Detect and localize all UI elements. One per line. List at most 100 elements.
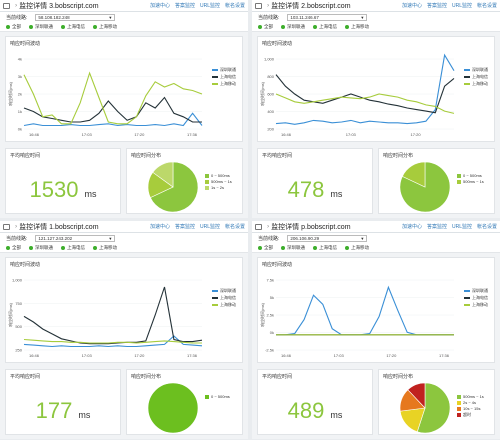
legend-entry: 上海电信 — [464, 74, 488, 80]
radio-dot-icon — [258, 245, 262, 250]
x-tick-label: 17:36 — [439, 353, 450, 358]
header-link[interactable]: URL监控 — [200, 2, 220, 9]
y-tick-label: 1,000 — [12, 278, 23, 283]
pie-legend-entry: 0 ~ 500ms — [205, 394, 230, 399]
header-link[interactable]: 答案监控 — [427, 2, 447, 9]
response-chart: 4k 3k 2k 1k 0k 响应时间(ms) 16:46 17:03 17:20 17:36 — [7, 57, 203, 137]
isp-filter-item[interactable]: 全部 — [258, 24, 273, 30]
y-tick-label: 250 — [15, 348, 22, 353]
legend-label: 上海移动 — [472, 302, 488, 307]
pie-legend-entry: 2s ~ 4s — [457, 400, 484, 405]
monitor-panel: › 监控详情 1.bobscript.com 加速中心 答案监控 URL监控 帐名设置 当前… — [0, 221, 248, 439]
y-tick-label: 1,000 — [264, 57, 275, 62]
avg-value: 177 — [35, 398, 73, 423]
y-tick-label: 0k — [18, 127, 22, 132]
response-chart: 7.5k 5k 2.5k 0k -2.5k 响应时间(ms) 16:46 17:03 17:20… — [259, 278, 454, 358]
route-label: 当前线路: — [6, 15, 28, 21]
panel-header: › 监控详情 p.bobscript.com 加速中心 答案监控 URL监控 帐名设置 — [252, 221, 500, 233]
route-row: 当前线路: 206.106.90.29 ▼ — [252, 233, 500, 244]
avg-response-box: 平均响应时间 1530 ms — [5, 148, 121, 214]
isp-filter-item[interactable]: 深圳联通 — [281, 24, 305, 30]
chevron-down-icon: ▼ — [108, 236, 113, 241]
header-link[interactable]: 帐名设置 — [225, 223, 245, 230]
legend-swatch — [212, 297, 218, 299]
y-axis-label: 响应时间(ms) — [259, 302, 265, 327]
legend-swatch — [464, 76, 470, 78]
header-link[interactable]: 帐名设置 — [225, 2, 245, 9]
avg-response-box: 平均响应时间 489 ms — [257, 369, 373, 435]
route-label: 当前线路: — [258, 15, 280, 21]
y-tick-label: 3k — [18, 74, 22, 79]
chart-legend: 深圳联通 上海电信 上海移动 — [464, 67, 488, 88]
header-link[interactable]: 帐名设置 — [477, 2, 497, 9]
chart-legend: 深圳联通 上海电信 上海移动 — [212, 67, 236, 88]
isp-filter-item[interactable]: 上海电信 — [61, 245, 85, 251]
panel-title: 监控详情 2.bobscript.com — [271, 2, 351, 10]
legend-entry: 深圳联通 — [212, 67, 236, 73]
header-link[interactable]: 加速中心 — [402, 223, 422, 230]
header-link[interactable]: URL监控 — [452, 2, 472, 9]
header-link[interactable]: 答案监控 — [175, 223, 195, 230]
isp-filter-item[interactable]: 深圳联通 — [281, 245, 305, 251]
isp-filter-label: 上海电信 — [319, 245, 337, 250]
y-axis-label: 响应时间(ms) — [7, 302, 13, 327]
legend-label: 上海电信 — [472, 74, 488, 79]
isp-filter-item[interactable]: 全部 — [258, 245, 273, 251]
pie-legend-swatch — [457, 394, 461, 399]
isp-filter-item[interactable]: 全部 — [6, 245, 21, 251]
isp-filter-item[interactable]: 上海电信 — [313, 245, 337, 251]
header-link[interactable]: 答案监控 — [175, 2, 195, 9]
isp-filter-item[interactable]: 上海移动 — [345, 24, 369, 30]
radio-dot-icon — [93, 24, 97, 29]
avg-label: 平均响应时间 — [262, 153, 293, 159]
header-link[interactable]: 加速中心 — [150, 223, 170, 230]
x-tick-label: 17:03 — [334, 353, 345, 358]
y-tick-label: 1k — [18, 109, 22, 114]
chart-legend: 深圳联通 上海电信 上海移动 — [212, 288, 236, 309]
legend-label: 上海移动 — [220, 81, 236, 86]
route-select[interactable]: 206.106.90.29 ▼ — [287, 235, 368, 242]
isp-filter-item[interactable]: 上海移动 — [345, 245, 369, 251]
legend-entry: 上海移动 — [212, 81, 236, 87]
pie-legend-swatch — [457, 179, 461, 184]
isp-filter-item[interactable]: 上海移动 — [93, 245, 117, 251]
legend-entry: 深圳联通 — [464, 67, 488, 73]
x-tick-label: 17:20 — [386, 353, 397, 358]
distribution-box: 响应时间分布 0 ~ 500ms 500ms ~ 1s — [378, 148, 495, 214]
route-row: 当前线路: 58.108.182.248 ▼ — [0, 12, 248, 23]
isp-filter-label: 上海移动 — [99, 24, 117, 29]
pie-legend-entry: 500ms ~ 1s — [457, 394, 484, 399]
radio-dot-icon — [29, 24, 33, 29]
isp-filter-item[interactable]: 上海电信 — [61, 24, 85, 30]
pie-legend-entry: 0 ~ 500ms — [205, 173, 232, 178]
isp-filter-item[interactable]: 深圳联通 — [29, 245, 53, 251]
distribution-box: 响应时间分布 500ms ~ 1s 2s ~ 4s 10s ~ 15s 超时 — [378, 369, 495, 435]
header-link[interactable]: URL监控 — [452, 223, 472, 230]
radio-dot-icon — [6, 24, 10, 29]
y-tick-label: 800 — [267, 74, 274, 79]
pie-legend-swatch — [205, 394, 209, 399]
header-link[interactable]: URL监控 — [200, 223, 220, 230]
pie-legend-label: 2s ~ 4s — [463, 400, 477, 405]
pie-legend-entry: 1s ~ 2s — [205, 185, 232, 190]
isp-filter-item[interactable]: 上海电信 — [313, 24, 337, 30]
pie-legend-label: 0 ~ 500ms — [463, 173, 482, 178]
legend-label: 深圳联通 — [472, 288, 488, 293]
legend-label: 深圳联通 — [220, 67, 236, 72]
series-line — [276, 285, 454, 336]
header-link[interactable]: 帐名设置 — [477, 223, 497, 230]
header-link[interactable]: 加速中心 — [150, 2, 170, 9]
radio-dot-icon — [61, 245, 65, 250]
radio-dot-icon — [281, 24, 285, 29]
isp-filter-item[interactable]: 上海移动 — [93, 24, 117, 30]
route-select[interactable]: 121.127.243.202 ▼ — [35, 235, 116, 242]
legend-swatch — [212, 83, 218, 85]
route-select[interactable]: 58.108.182.248 ▼ — [35, 14, 116, 21]
radio-dot-icon — [345, 245, 349, 250]
header-link[interactable]: 答案监控 — [427, 223, 447, 230]
route-select[interactable]: 103.11.246.67 ▼ — [287, 14, 368, 21]
isp-filter-item[interactable]: 全部 — [6, 24, 21, 30]
isp-filter-label: 深圳联通 — [35, 245, 53, 250]
header-link[interactable]: 加速中心 — [402, 2, 422, 9]
isp-filter-item[interactable]: 深圳联通 — [29, 24, 53, 30]
